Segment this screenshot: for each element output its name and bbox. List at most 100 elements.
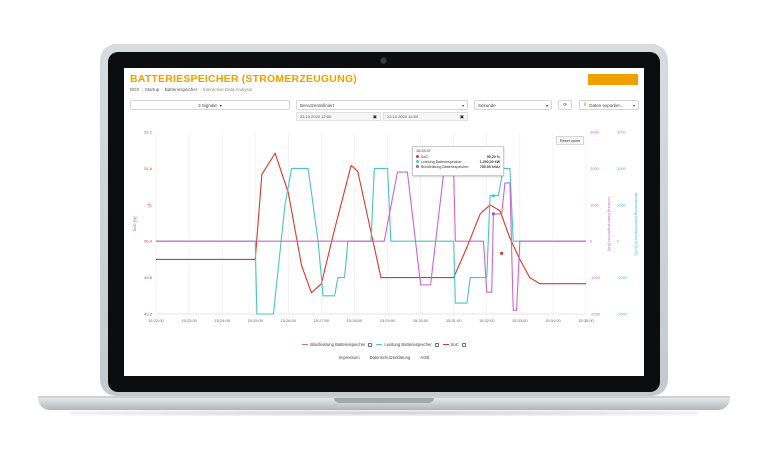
left-tick-label: 49,8 bbox=[144, 275, 153, 280]
legend-swatch bbox=[302, 344, 309, 345]
right2-tick-label: 3000 bbox=[617, 130, 627, 135]
page-title: BATTERIESPEICHER (STROMERZEUGUNG) bbox=[130, 73, 357, 85]
legend-item[interactable]: Blindleistung Batteriespeicher bbox=[302, 342, 373, 347]
x-tick-label: 15:34:00 bbox=[545, 318, 561, 323]
date-from-input[interactable]: 23.10.2020 12:00 ▣ bbox=[296, 112, 381, 121]
calendar-icon[interactable]: ▣ bbox=[373, 114, 377, 120]
right2-tick-label: 1000 bbox=[617, 202, 627, 207]
tooltip-row: SoC: 50,20 % bbox=[416, 155, 500, 159]
download-icon: ⬇ bbox=[583, 102, 588, 108]
x-axis-ticks: 15:22:00 15:23:00 15:24:00 15:25:00 15:26:00… bbox=[148, 318, 594, 323]
right-tick-label: 3000 bbox=[590, 130, 600, 135]
legend-checkbox[interactable] bbox=[461, 342, 466, 347]
caret-down-icon: ▾ bbox=[219, 102, 222, 108]
tooltip-row: Leistung Batteriespeicher: 1.250,00 kW bbox=[416, 160, 500, 164]
right-tick-label: -1000 bbox=[590, 275, 601, 280]
x-tick-label: 15:23:00 bbox=[181, 318, 197, 323]
x-tick-label: 15:29:00 bbox=[380, 318, 396, 323]
right2-tick-label: -2000 bbox=[617, 312, 628, 317]
x-tick-label: 15:24:00 bbox=[214, 318, 230, 323]
right-tick-label: 2000 bbox=[590, 166, 600, 171]
legend-checkbox[interactable] bbox=[434, 342, 439, 347]
series-dot bbox=[416, 160, 419, 163]
series-dot bbox=[416, 165, 419, 168]
refresh-button[interactable]: ⟳ bbox=[558, 100, 572, 110]
caret-down-icon: ▾ bbox=[461, 102, 464, 108]
camera-icon bbox=[380, 57, 387, 64]
caret-down-icon: ▾ bbox=[545, 102, 548, 108]
tooltip-label: Leistung Batteriespeicher: bbox=[421, 159, 463, 164]
export-label: Daten exportier... bbox=[589, 102, 624, 108]
date-from-value: 23.10.2020 12:00 bbox=[300, 114, 332, 119]
right-axis2-label: Blindleistung Batteriespeicher [kVA] bbox=[634, 192, 639, 255]
tooltip-label: SoC: bbox=[421, 154, 429, 159]
reset-zoom-button[interactable]: Reset zoom bbox=[556, 136, 584, 145]
x-tick-label: 15:30:00 bbox=[413, 318, 429, 323]
chart-tooltip: 15:33:37 SoC: 50,20 % Leistung Batteries… bbox=[412, 146, 504, 176]
header-action-bar[interactable] bbox=[588, 74, 638, 85]
legend-swatch bbox=[442, 344, 449, 345]
unit-selector[interactable]: Sekunde ▾ bbox=[474, 100, 552, 110]
app-screen: BATTERIESPEICHER (STROMERZEUGUNG) DES › St… bbox=[124, 68, 644, 376]
right-tick-label: 1000 bbox=[590, 202, 600, 207]
right-axis-label: Leistung Batteriespeicher [kW] bbox=[607, 197, 612, 251]
calendar-icon[interactable]: ▣ bbox=[460, 114, 464, 120]
x-tick-label: 15:27:00 bbox=[314, 318, 330, 323]
legend-label: SoC bbox=[450, 342, 459, 347]
legend-checkbox[interactable] bbox=[368, 342, 373, 347]
right-tick-label: 0 bbox=[590, 239, 593, 244]
tooltip-value: 50,20 % bbox=[486, 154, 500, 159]
chart-legend: Blindleistung Batteriespeicher Leistung … bbox=[124, 342, 644, 347]
laptop-notch bbox=[334, 398, 434, 403]
legend-item[interactable]: Leistung Batteriespeicher bbox=[376, 342, 439, 347]
export-button[interactable]: ⬇ Daten exportier... ▾ bbox=[579, 100, 639, 110]
footer-link-impressum[interactable]: Impressum bbox=[339, 355, 360, 360]
tooltip-value: 750,00 kVAr bbox=[479, 164, 500, 169]
x-tick-label: 15:31:00 bbox=[446, 318, 462, 323]
tooltip-value: 1.250,00 kW bbox=[479, 159, 500, 164]
breadcrumb-item[interactable]: Batteriespeicher bbox=[165, 87, 198, 92]
range-selector[interactable]: Benutzerdefiniert ▾ bbox=[296, 100, 468, 110]
series-line bbox=[156, 171, 586, 311]
hover-marker bbox=[491, 212, 495, 216]
right2-tick-label: 0 bbox=[617, 239, 620, 244]
x-tick-label: 15:33:00 bbox=[512, 318, 528, 323]
chart-series bbox=[156, 152, 586, 315]
caret-down-icon: ▾ bbox=[632, 102, 635, 108]
legend-label: Blindleistung Batteriespeicher bbox=[310, 342, 366, 347]
breadcrumb-item[interactable]: Startup bbox=[145, 87, 160, 92]
x-tick-label: 15:35:00 bbox=[578, 318, 594, 323]
left-tick-label: 49,2 bbox=[144, 312, 153, 317]
x-tick-label: 15:26:00 bbox=[281, 318, 297, 323]
line-chart[interactable]: 52,2 51,6 51 50,4 49,8 49,2 3000 2000 1000 0 -100… bbox=[124, 124, 644, 342]
tooltip-row: Blindleistung Batteriespeicher: 750,00 k… bbox=[416, 165, 500, 169]
chart-grid bbox=[155, 132, 587, 315]
left-tick-label: 51,6 bbox=[144, 166, 153, 171]
footer-link-datenschutz[interactable]: Datenschutzerklärung bbox=[370, 355, 411, 360]
footer-links: Impressum Datenschutzerklärung AGB bbox=[124, 355, 644, 360]
date-to-value: 23.10.2020 16:00 bbox=[387, 114, 419, 119]
left-axis-label: SoC [%] bbox=[132, 217, 137, 232]
breadcrumb-current: Interactive Data Analysis bbox=[202, 87, 253, 92]
left-tick-label: 51 bbox=[148, 202, 153, 207]
left-axis-ticks: 52,2 51,6 51 50,4 49,8 49,2 bbox=[144, 130, 153, 317]
laptop-shadow bbox=[70, 410, 698, 416]
range-selector-label: Benutzerdefiniert bbox=[300, 102, 335, 108]
breadcrumb-item[interactable]: DES bbox=[130, 87, 139, 92]
unit-selector-label: Sekunde bbox=[478, 102, 496, 108]
tooltip-time: 15:33:37 bbox=[416, 149, 431, 153]
x-tick-label: 15:22:00 bbox=[148, 318, 164, 323]
series-dot bbox=[416, 155, 419, 158]
series-line bbox=[156, 152, 586, 294]
footer-link-agb[interactable]: AGB bbox=[420, 355, 429, 360]
signal-selector[interactable]: 3 Signale ▾ bbox=[130, 100, 290, 110]
date-to-input[interactable]: 23.10.2020 16:00 ▣ bbox=[383, 112, 468, 121]
legend-item[interactable]: SoC bbox=[442, 342, 466, 347]
left-tick-label: 50,4 bbox=[144, 239, 153, 244]
hover-marker bbox=[491, 194, 495, 198]
hover-marker bbox=[500, 251, 504, 255]
left-tick-label: 52,2 bbox=[144, 130, 153, 135]
legend-label: Leistung Batteriespeicher bbox=[384, 342, 432, 347]
tooltip-label: Blindleistung Batteriespeicher: bbox=[421, 164, 470, 169]
x-tick-label: 15:25:00 bbox=[247, 318, 263, 323]
